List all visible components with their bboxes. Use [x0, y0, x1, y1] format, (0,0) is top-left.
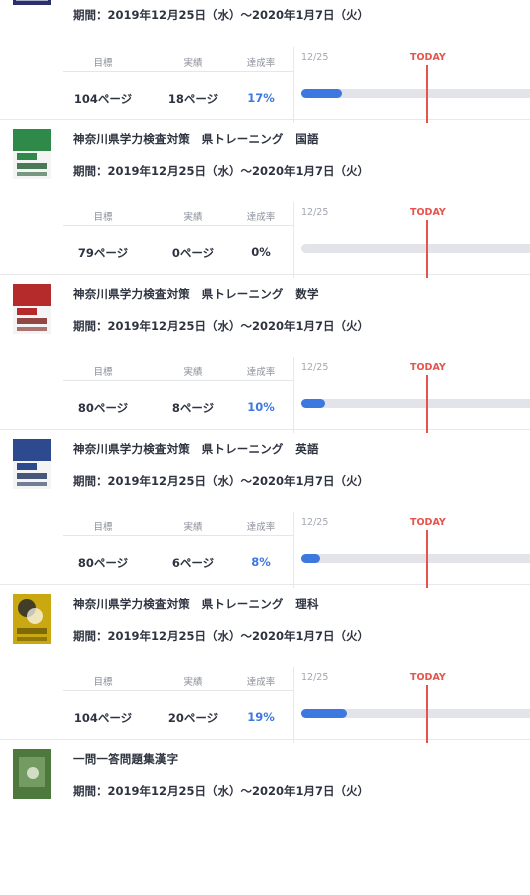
actual-header: 実績 [183, 212, 203, 223]
progress-timeline: 12/25 TODAY [293, 47, 530, 123]
start-date-label: 12/25 [301, 362, 329, 373]
book-card[interactable]: 神奈川県学力検査対策 県トレーニング 英語 期間：2019年12月25日（水）〜… [0, 430, 530, 588]
actual-pages: 6ページ [171, 556, 215, 570]
today-marker [426, 375, 428, 433]
book-title: 神奈川県学力検査対策 県トレーニング 英語 [73, 442, 319, 456]
target-pages: 79ページ [77, 246, 129, 260]
progress-timeline: 12/25 TODAY [293, 202, 530, 278]
start-date-label: 12/25 [301, 517, 329, 528]
target-pages: 104ページ [73, 711, 133, 725]
actual-header: 実績 [183, 58, 203, 69]
actual-pages: 0ページ [171, 246, 215, 260]
today-marker [426, 65, 428, 123]
book-cover-image [13, 594, 51, 644]
achievement-rate: 8% [251, 555, 271, 569]
target-pages: 104ページ [73, 92, 133, 106]
progress-fill [301, 709, 347, 718]
target-header: 目標 [93, 522, 113, 533]
book-period: 期間：2019年12月25日（水）〜2020年1月7日（火） [73, 164, 370, 178]
book-card[interactable]: 一問一答問題集漢字 期間：2019年12月25日（水）〜2020年1月7日（火） [0, 740, 530, 895]
progress-fill [301, 89, 342, 98]
today-marker [426, 530, 428, 588]
target-pages: 80ページ [77, 401, 129, 415]
today-label: TODAY [410, 672, 446, 683]
book-cover-image [13, 284, 51, 334]
book-cover-image [13, 129, 51, 179]
book-cover-image [13, 749, 51, 799]
target-header: 目標 [93, 677, 113, 688]
rate-header: 達成率 [246, 58, 276, 69]
actual-pages: 20ページ [167, 711, 219, 725]
book-title: 神奈川県学力検査対策 県トレーニング 理科 [73, 597, 319, 611]
rate-header: 達成率 [246, 367, 276, 378]
target-header: 目標 [93, 58, 113, 69]
progress-track [301, 554, 530, 563]
start-date-label: 12/25 [301, 52, 329, 63]
today-label: TODAY [410, 207, 446, 218]
book-period: 期間：2019年12月25日（水）〜2020年1月7日（火） [73, 784, 370, 798]
book-cover-image [13, 439, 51, 489]
target-header: 目標 [93, 367, 113, 378]
book-cover-image [13, 0, 51, 15]
rate-header: 達成率 [246, 677, 276, 688]
target-header: 目標 [93, 212, 113, 223]
target-pages: 80ページ [77, 556, 129, 570]
start-date-label: 12/25 [301, 672, 329, 683]
actual-header: 実績 [183, 677, 203, 688]
progress-fill [301, 399, 325, 408]
achievement-rate: 19% [247, 710, 275, 724]
today-marker [426, 220, 428, 278]
progress-track [301, 244, 530, 253]
achievement-rate: 0% [251, 245, 271, 259]
progress-track [301, 399, 530, 408]
book-card[interactable]: 神奈川県学力検査対策 県トレーニング 数学 期間：2019年12月25日（水）〜… [0, 275, 530, 433]
progress-timeline: 12/25 TODAY [293, 357, 530, 433]
book-card[interactable]: 神奈川県学力検査対策 県トレーニング 国語 期間：2019年12月25日（水）〜… [0, 120, 530, 278]
actual-header: 実績 [183, 367, 203, 378]
book-period: 期間：2019年12月25日（水）〜2020年1月7日（火） [73, 8, 370, 22]
today-marker [426, 685, 428, 743]
today-label: TODAY [410, 362, 446, 373]
today-label: TODAY [410, 52, 446, 63]
progress-timeline: 12/25 TODAY [293, 667, 530, 743]
book-title: 一問一答問題集漢字 [73, 752, 179, 766]
progress-track [301, 709, 530, 718]
book-card[interactable]: 期間：2019年12月25日（水）〜2020年1月7日（火） 目標 実績 達成率… [0, 0, 530, 123]
rate-header: 達成率 [246, 212, 276, 223]
start-date-label: 12/25 [301, 207, 329, 218]
rate-header: 達成率 [246, 522, 276, 533]
book-title: 神奈川県学力検査対策 県トレーニング 数学 [73, 287, 319, 301]
actual-header: 実績 [183, 522, 203, 533]
book-period: 期間：2019年12月25日（水）〜2020年1月7日（火） [73, 474, 370, 488]
book-period: 期間：2019年12月25日（水）〜2020年1月7日（火） [73, 319, 370, 333]
progress-track [301, 89, 530, 98]
achievement-rate: 10% [247, 400, 275, 414]
progress-timeline: 12/25 TODAY [293, 512, 530, 588]
book-period: 期間：2019年12月25日（水）〜2020年1月7日（火） [73, 629, 370, 643]
actual-pages: 8ページ [171, 401, 215, 415]
book-card[interactable]: 神奈川県学力検査対策 県トレーニング 理科 期間：2019年12月25日（水）〜… [0, 585, 530, 743]
book-plan-list: 期間：2019年12月25日（水）〜2020年1月7日（火） 目標 実績 達成率… [0, 0, 530, 800]
today-label: TODAY [410, 517, 446, 528]
achievement-rate: 17% [247, 91, 275, 105]
progress-fill [301, 554, 321, 563]
actual-pages: 18ページ [167, 92, 219, 106]
book-title: 神奈川県学力検査対策 県トレーニング 国語 [73, 132, 319, 146]
